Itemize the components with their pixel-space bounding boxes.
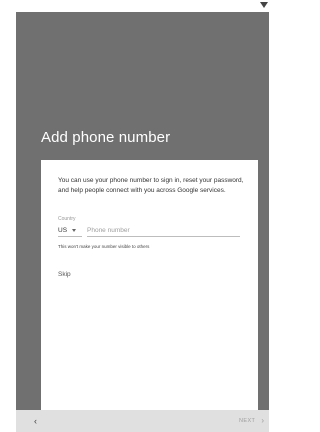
next-label: NEXT	[239, 418, 256, 424]
status-bar	[0, 0, 269, 12]
country-label: Country	[58, 216, 76, 222]
chevron-down-icon	[72, 228, 77, 232]
country-value: US	[58, 226, 68, 234]
page-title: Add phone number	[41, 129, 171, 146]
privacy-hint: This won't make your number visible to o…	[58, 244, 150, 249]
description-text: You can use your phone number to sign in…	[58, 177, 244, 194]
chevron-left-icon[interactable]: ‹	[34, 415, 37, 427]
next-button[interactable]: NEXT ›	[239, 415, 264, 427]
chevron-right-icon: ›	[261, 416, 264, 425]
skip-button[interactable]: Skip	[58, 271, 71, 278]
form-card: You can use your phone number to sign in…	[41, 160, 258, 410]
country-select[interactable]: US	[58, 224, 82, 237]
signal-icon	[260, 2, 268, 8]
bottom-navigation-bar: ‹ NEXT ›	[16, 410, 269, 432]
phone-number-input[interactable]	[87, 224, 240, 237]
screen: Add phone number You can use your phone …	[0, 0, 269, 432]
